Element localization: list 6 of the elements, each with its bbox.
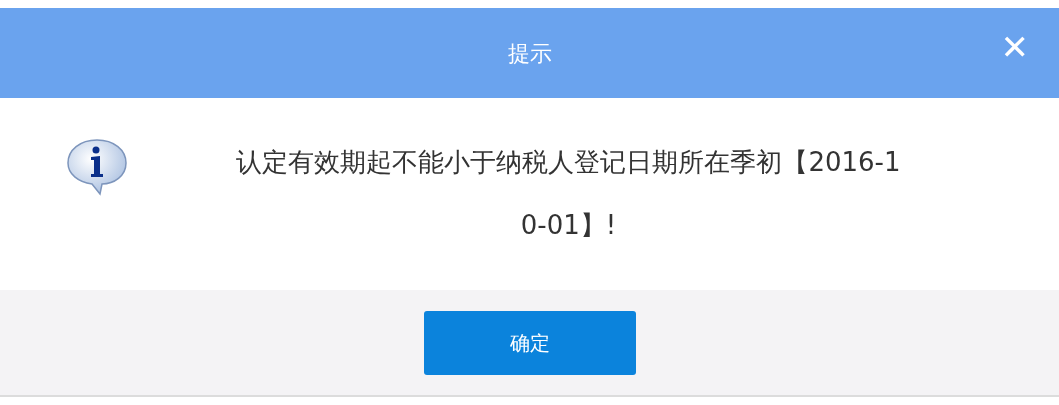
dialog-title: 提示 [507, 39, 552, 68]
confirm-button[interactable]: 确定 [423, 310, 636, 375]
info-icon [64, 136, 130, 196]
message-text: 0-01】! [520, 209, 617, 242]
message-text: 认定有效期起不能小于纳税人登记日期所在季初【2016-1 [236, 146, 901, 179]
close-button[interactable]: ✕ [1000, 30, 1029, 64]
